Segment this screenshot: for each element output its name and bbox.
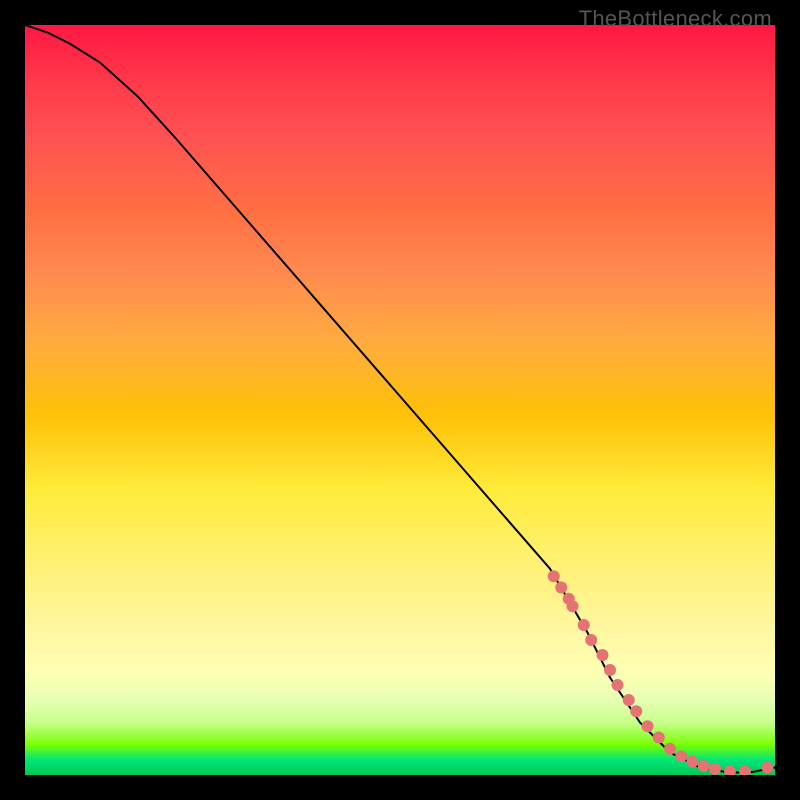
chart-svg [25,25,775,775]
data-point [724,765,736,775]
data-point [612,679,624,691]
plot-area [25,25,775,775]
data-point [739,765,751,775]
data-point [762,762,774,774]
data-point [698,760,710,772]
data-point [578,619,590,631]
data-point [555,582,567,594]
chart-container: TheBottleneck.com [0,0,800,800]
data-point [567,600,579,612]
data-point [709,763,721,775]
data-point [630,705,642,717]
data-point [548,570,560,582]
watermark-text: TheBottleneck.com [579,6,772,32]
data-point [585,634,597,646]
data-point [623,694,635,706]
data-point [604,664,616,676]
data-point [597,649,609,661]
data-point [664,743,676,755]
data-point [675,750,687,762]
data-point [687,756,699,768]
data-point [653,732,665,744]
bottleneck-curve [25,25,775,773]
data-point [642,720,654,732]
